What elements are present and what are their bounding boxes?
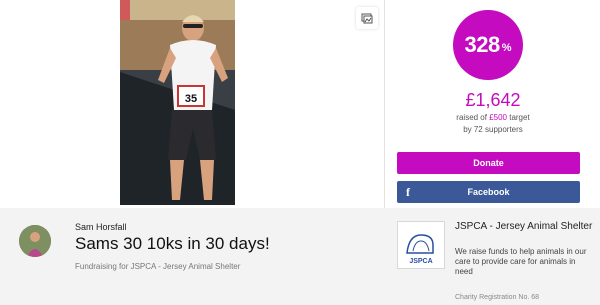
- supporters-text: by 72 supporters: [463, 125, 523, 134]
- charity-name[interactable]: JSPCA - Jersey Animal Shelter: [455, 221, 595, 233]
- progress-percent: 328: [464, 32, 501, 57]
- percent-sign: %: [501, 42, 512, 54]
- amount-raised: £1,642: [465, 90, 521, 110]
- charity-registration: Charity Registration No. 68: [455, 294, 540, 301]
- facebook-share-button[interactable]: f Facebook: [397, 181, 580, 203]
- facebook-icon: f: [406, 185, 410, 199]
- bib-number: 35: [185, 93, 197, 105]
- target-amount: £500: [489, 113, 507, 122]
- charity-description: We raise funds to help animals in our ca…: [455, 247, 587, 276]
- supporters-count: 72: [473, 125, 483, 134]
- page-owner-name[interactable]: Sam Horsfall: [75, 222, 127, 232]
- fundraising-page: 35 328 % £1,642 raised of £500 target by…: [0, 0, 600, 305]
- page-title: Sams 30 10ks in 30 days!: [75, 234, 270, 253]
- facebook-label: Facebook: [467, 187, 510, 197]
- donate-button[interactable]: Donate: [397, 152, 580, 174]
- avatar[interactable]: [19, 225, 51, 257]
- photo-pane: 35: [0, 0, 385, 208]
- runner-photo[interactable]: 35: [120, 0, 235, 205]
- gallery-icon: [361, 13, 373, 24]
- top-section: 35 328 % £1,642 raised of £500 target by…: [0, 0, 600, 208]
- target-text: raised of £500 target: [456, 113, 530, 122]
- charity-logo-text: JSPCA: [409, 258, 432, 265]
- progress-circle: 328 %: [453, 10, 523, 80]
- fundraising-for-text: Fundraising for JSPCA - Jersey Animal Sh…: [75, 262, 241, 271]
- charity-logo[interactable]: JSPCA: [397, 221, 445, 269]
- gallery-button[interactable]: [356, 7, 378, 29]
